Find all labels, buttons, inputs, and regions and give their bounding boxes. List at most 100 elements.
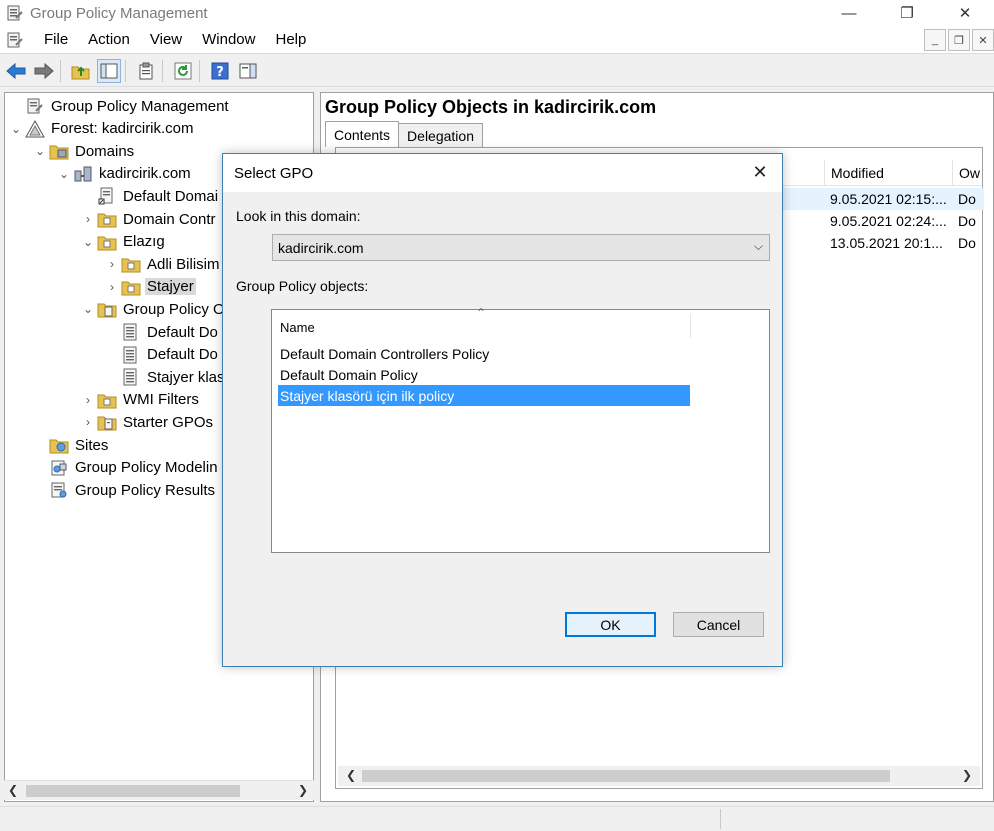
toolbar-separator — [199, 59, 200, 82]
tree-item-label: Sites — [75, 436, 109, 454]
gpo-list-label: Group Policy objects: — [236, 278, 369, 294]
expand-chevron-down-icon[interactable]: ⌄ — [7, 120, 25, 138]
dialog-title: Select GPO — [234, 164, 314, 182]
row-owner: Do — [958, 213, 976, 229]
scroll-left-arrow-icon[interactable]: ❮ — [8, 783, 18, 797]
tree-item-label: Domain Contr — [123, 210, 216, 228]
tree-item[interactable]: › Adli Bilisim — [103, 253, 222, 275]
tree-item[interactable]: ⌄ Group Policy O — [79, 298, 227, 320]
tree-item[interactable]: Group Policy Modelin — [31, 457, 220, 479]
minimize-button[interactable]: — — [820, 0, 878, 26]
gpm-icon — [25, 97, 45, 115]
menu-help[interactable]: Help — [265, 31, 316, 48]
list-item-selected[interactable]: Stajyer klasörü için ilk policy — [278, 385, 690, 406]
svg-text:?: ? — [216, 65, 224, 80]
close-button[interactable]: ✕ — [936, 0, 994, 26]
tab-contents[interactable]: Contents — [325, 121, 400, 147]
scroll-right-arrow-icon[interactable]: ❯ — [962, 768, 972, 782]
show-action-pane-icon[interactable] — [236, 59, 260, 83]
column-divider[interactable] — [690, 314, 691, 338]
expand-chevron-down-icon[interactable]: ⌄ — [31, 142, 49, 160]
dialog-close-icon[interactable]: ✕ — [750, 162, 770, 182]
forest-icon — [25, 119, 45, 138]
expand-chevron-down-icon[interactable]: ⌄ — [79, 300, 97, 318]
tree-item-label: Group Policy Results — [75, 481, 216, 499]
scroll-thumb[interactable] — [362, 770, 890, 782]
list-item[interactable]: Default Domain Controllers Policy — [278, 343, 690, 364]
expand-chevron-right-icon[interactable]: › — [79, 413, 97, 431]
gpo-icon — [121, 346, 141, 364]
ou-icon — [97, 233, 117, 251]
mdi-close-button[interactable]: ✕ — [972, 29, 994, 51]
tree-item[interactable]: ⌄ Forest: kadircirik.com — [7, 118, 196, 140]
tree-item[interactable]: › Stajyer — [103, 276, 196, 298]
show-hide-tree-icon[interactable] — [97, 58, 121, 83]
toolbar-separator — [125, 59, 126, 82]
expand-chevron-right-icon[interactable]: › — [103, 278, 121, 296]
tree-item[interactable]: Stajyer klas — [103, 366, 227, 388]
gpo-icon — [121, 323, 141, 341]
tree-item[interactable]: › Starter GPOs — [79, 411, 215, 433]
up-folder-icon[interactable] — [69, 59, 93, 83]
column-header-modified[interactable]: Modified — [824, 160, 954, 186]
expand-chevron-down-icon[interactable]: ⌄ — [79, 233, 97, 251]
scroll-right-arrow-icon[interactable]: ❯ — [298, 783, 308, 797]
tree-item[interactable]: ⌄ Domains — [31, 140, 136, 162]
tree-item[interactable]: Group Policy Results — [31, 479, 217, 501]
tree-item-label: Default Domai — [123, 187, 219, 205]
menu-window[interactable]: Window — [192, 31, 265, 48]
tree-item-label: Default Do — [147, 346, 218, 364]
tree-item[interactable]: › WMI Filters — [79, 389, 201, 411]
list-item[interactable]: Default Domain Policy — [278, 364, 690, 385]
row-modified: 13.05.2021 20:1... — [830, 235, 943, 251]
domain-select[interactable]: kadircirik.com ⌵ — [272, 234, 770, 261]
select-gpo-dialog: Select GPO ✕ Look in this domain: kadirc… — [222, 153, 783, 667]
column-header-name[interactable]: Name — [280, 320, 315, 335]
expand-chevron-down-icon[interactable]: ⌄ — [55, 165, 73, 183]
tree-item[interactable]: Default Do — [103, 321, 220, 343]
tree-item[interactable]: › Domain Contr — [79, 208, 218, 230]
maximize-button[interactable]: ❐ — [878, 0, 936, 26]
menu-view[interactable]: View — [140, 31, 192, 48]
mdi-minimize-button[interactable]: _ — [924, 29, 946, 51]
tree-item[interactable]: Default Domai — [79, 185, 220, 207]
cancel-button[interactable]: Cancel — [673, 612, 764, 637]
tree-item[interactable]: ⌄ Elazıg — [79, 231, 167, 253]
mdi-restore-button[interactable]: ❐ — [948, 29, 970, 51]
chevron-down-icon[interactable]: ⌵ — [754, 239, 763, 254]
tree-horizontal-scrollbar[interactable]: ❮ ❯ — [4, 780, 314, 800]
title-bar: Group Policy Management — ❐ ✕ — [0, 0, 994, 26]
tree-item-label: Group Policy O — [123, 300, 225, 318]
column-header-owner[interactable]: Ow — [952, 160, 984, 186]
domain-select-value: kadircirik.com — [278, 240, 364, 256]
scroll-left-arrow-icon[interactable]: ❮ — [346, 768, 356, 782]
row-modified: 9.05.2021 02:15:... — [830, 191, 947, 207]
menu-file[interactable]: File — [34, 31, 78, 48]
scroll-thumb[interactable] — [26, 785, 240, 797]
mdi-system-menu-icon[interactable] — [6, 31, 24, 49]
expand-chevron-right-icon[interactable]: › — [103, 255, 121, 273]
tree-item[interactable]: Sites — [31, 434, 110, 456]
help-icon[interactable]: ? — [208, 59, 232, 83]
results-pane-title: Group Policy Objects in kadircirik.com — [325, 97, 657, 117]
tab-delegation[interactable]: Delegation — [398, 123, 483, 147]
properties-clipboard-icon[interactable] — [134, 59, 158, 83]
tree-item[interactable]: Group Policy Management — [7, 95, 231, 117]
tree-item[interactable]: ⌄ kadircirik.com — [55, 163, 193, 185]
domains-folder-icon — [49, 142, 69, 160]
refresh-icon[interactable] — [171, 59, 195, 83]
starter-folder-icon — [97, 413, 117, 431]
tree-item[interactable]: Default Do — [103, 344, 220, 366]
menu-action[interactable]: Action — [78, 31, 140, 48]
tree-item-label: Forest: kadircirik.com — [51, 120, 194, 138]
expand-chevron-right-icon[interactable]: › — [79, 391, 97, 409]
row-modified: 9.05.2021 02:24:... — [830, 213, 947, 229]
expand-chevron-right-icon[interactable]: › — [79, 210, 97, 228]
ok-button[interactable]: OK — [565, 612, 656, 637]
results-horizontal-scrollbar[interactable]: ❮ ❯ — [338, 766, 980, 786]
back-arrow-icon[interactable] — [4, 59, 28, 83]
gpo-listbox[interactable]: ⌃ Name Default Domain Controllers Policy… — [271, 306, 770, 553]
forward-arrow-icon[interactable] — [32, 59, 56, 83]
